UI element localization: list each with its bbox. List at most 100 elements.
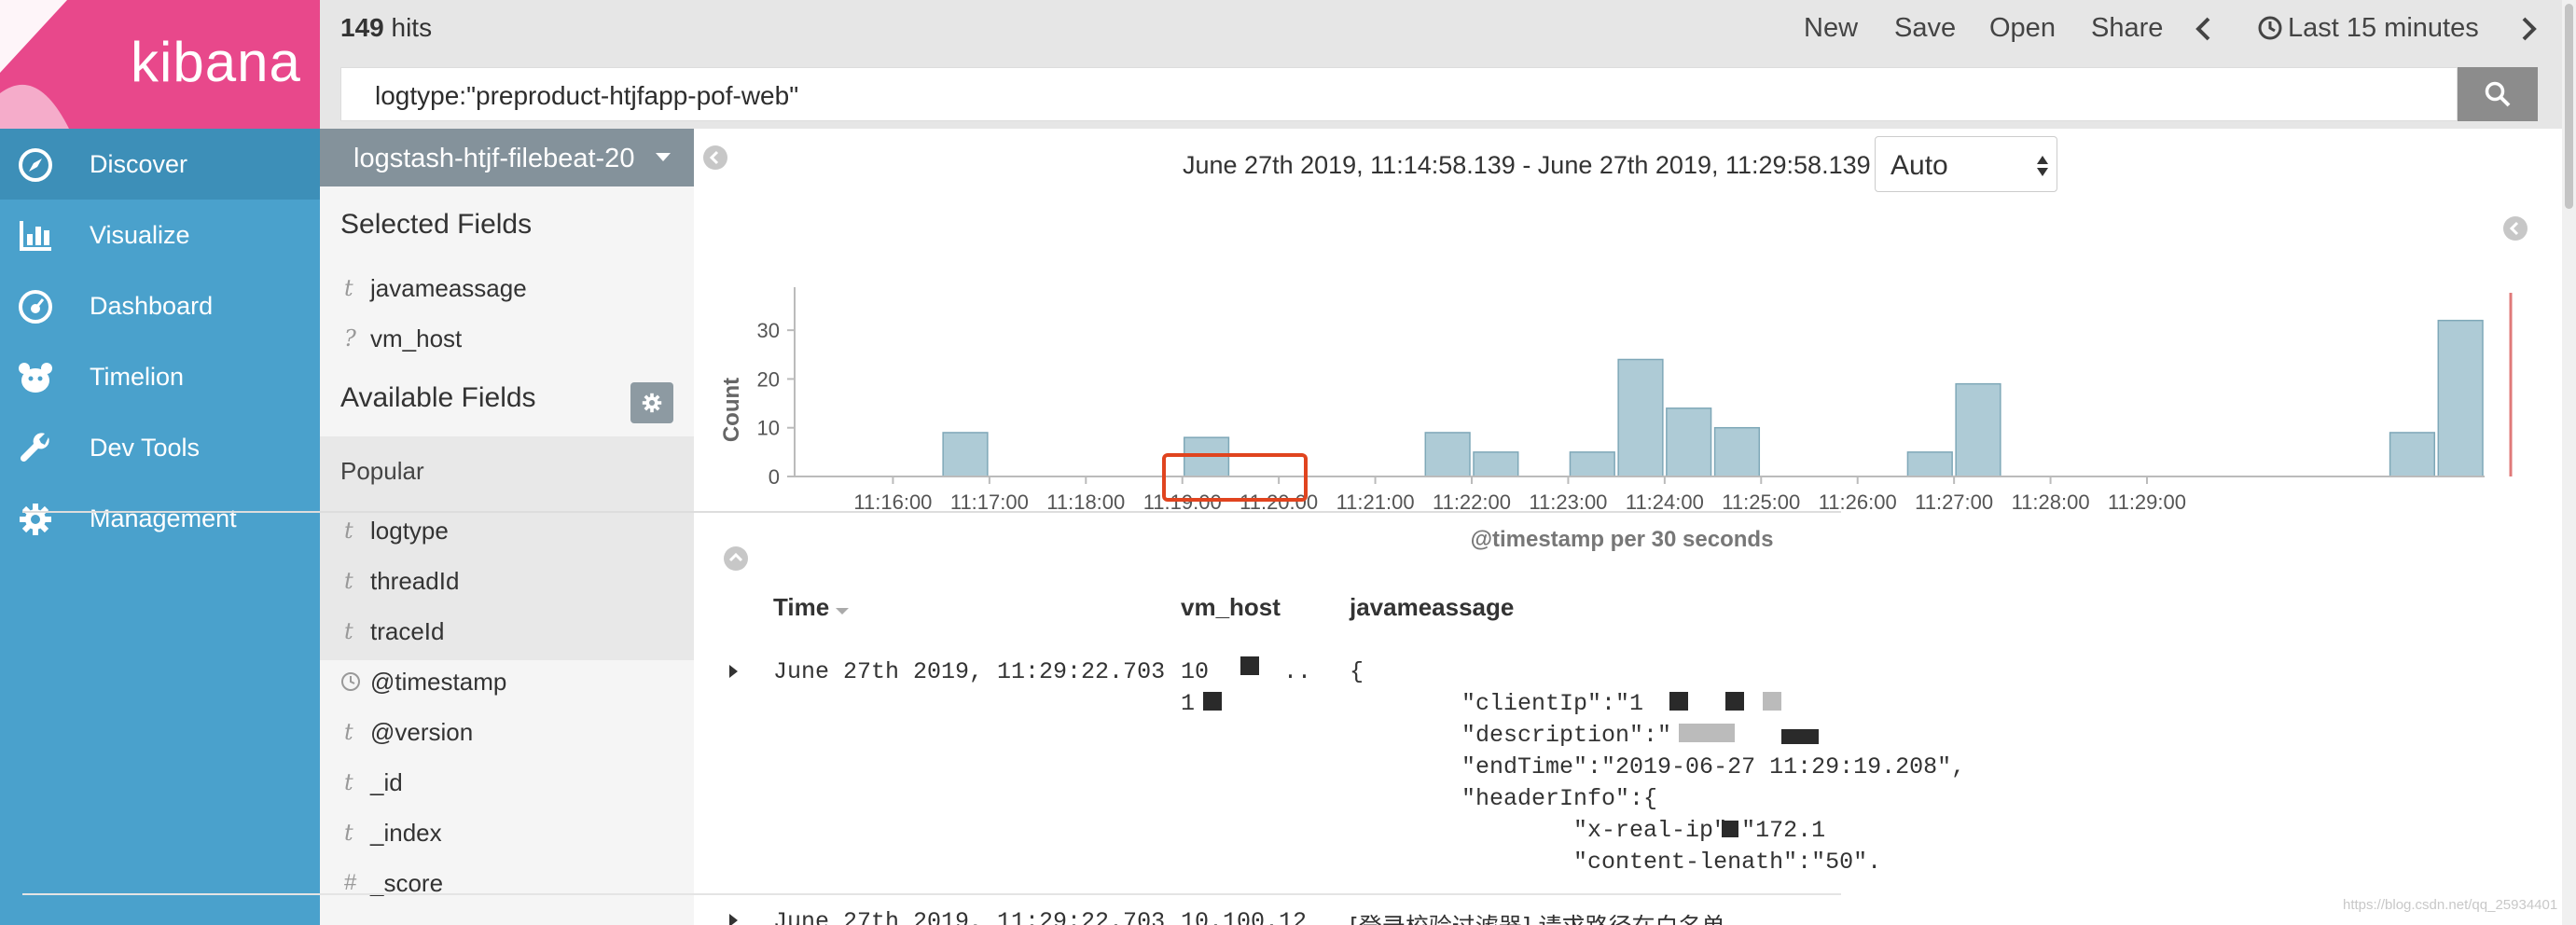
- collapse-chart-icon[interactable]: [724, 546, 748, 571]
- page-scrollbar[interactable]: [2562, 0, 2576, 925]
- field-name: logtype: [370, 517, 449, 545]
- caret-down-icon: [656, 153, 671, 161]
- field-item[interactable]: @timestamp: [320, 656, 694, 707]
- field-item[interactable]: t javameassage: [320, 263, 694, 313]
- redaction-mark: [1240, 656, 1259, 675]
- compass-icon: [19, 148, 52, 182]
- time-picker-button[interactable]: Last 15 minutes: [2288, 13, 2479, 44]
- field-settings-button[interactable]: [630, 382, 673, 423]
- x-tick-label: 11:27:00: [1915, 490, 1993, 514]
- redaction-mark: [1679, 724, 1735, 742]
- chevron-left-icon[interactable]: [2195, 16, 2213, 42]
- nav-item-dev-tools[interactable]: Dev Tools: [0, 412, 320, 483]
- gear-icon: [642, 393, 662, 413]
- gear-icon: [20, 504, 51, 535]
- watermark: https://blog.csdn.net/qq_25934401: [2343, 897, 2558, 913]
- string-type-icon: t: [344, 719, 353, 745]
- nav-label: Dev Tools: [90, 433, 201, 462]
- histogram-bar: [1955, 382, 2001, 477]
- scrollbar-thumb[interactable]: [2565, 4, 2573, 209]
- histogram-bar: [1666, 407, 1712, 477]
- interval-select[interactable]: Auto: [1875, 136, 2057, 192]
- cell-message: [登录校验过滤器] 请求路径在白名单: [1350, 908, 1724, 925]
- index-pattern-selector[interactable]: logstash-htjf-filebeat-20: [320, 129, 694, 186]
- histogram-bar: [1424, 432, 1471, 477]
- field-name: threadId: [370, 567, 460, 595]
- string-type-icon: t: [344, 275, 353, 301]
- y-tick-label: 20: [757, 367, 780, 391]
- cell-vm-host-line2: 1: [1181, 690, 1196, 717]
- y-tick-label: 10: [757, 417, 780, 440]
- select-arrows-icon: [2037, 156, 2048, 176]
- search-query: logtype:"preproduct-htjfapp-pof-web": [375, 81, 799, 110]
- top-bar: 149 hits New Save Open Share Last 15 min…: [320, 0, 2562, 58]
- field-name: @timestamp: [370, 668, 507, 696]
- field-name: javameassage: [370, 274, 527, 302]
- redaction-mark: [1725, 692, 1744, 711]
- save-button[interactable]: Save: [1894, 13, 1956, 44]
- column-header-javameassage[interactable]: javameassage: [1350, 593, 1514, 622]
- dashboard-gauge-icon: [19, 290, 52, 324]
- popular-label: Popular: [340, 457, 424, 485]
- new-button[interactable]: New: [1804, 13, 1858, 44]
- y-tick-label: 30: [757, 319, 780, 342]
- redaction-mark: [1669, 692, 1688, 711]
- string-type-icon: t: [344, 820, 353, 846]
- cell-time: June 27th 2019, 11:29:22.703: [773, 658, 1166, 685]
- column-header-time[interactable]: Time: [773, 593, 850, 622]
- y-tick-label: 0: [769, 465, 780, 489]
- field-item[interactable]: # _score: [320, 858, 694, 908]
- nav-label: Discover: [90, 149, 188, 178]
- open-button[interactable]: Open: [1989, 13, 2056, 44]
- field-item[interactable]: t _id: [320, 757, 694, 808]
- nav-item-management[interactable]: Management: [0, 483, 320, 554]
- index-pattern-name: logstash-htjf-filebeat-20: [353, 144, 635, 173]
- field-name: vm_host: [370, 324, 463, 352]
- field-item[interactable]: t threadId: [320, 556, 694, 606]
- collapse-sidebar-icon[interactable]: [703, 145, 727, 170]
- nav-item-timelion[interactable]: Timelion: [0, 341, 320, 412]
- search-button[interactable]: [2458, 67, 2538, 121]
- share-button[interactable]: Share: [2091, 13, 2163, 44]
- histogram-bar: [2389, 432, 2436, 477]
- nav-label: Management: [90, 504, 237, 532]
- nav-item-visualize[interactable]: Visualize: [0, 200, 320, 270]
- search-input[interactable]: logtype:"preproduct-htjfapp-pof-web": [340, 67, 2458, 121]
- histogram-bar: [942, 432, 989, 477]
- field-item[interactable]: ? vm_host: [320, 313, 694, 364]
- sort-desc-icon[interactable]: [836, 606, 850, 615]
- expand-row-icon[interactable]: [729, 665, 738, 678]
- selected-fields-title: Selected Fields: [340, 209, 533, 240]
- legend-toggle-icon[interactable]: [2503, 216, 2528, 241]
- column-header-vm-host[interactable]: vm_host: [1181, 593, 1281, 622]
- unknown-type-icon: ?: [344, 325, 356, 352]
- nav-item-dashboard[interactable]: Dashboard: [0, 270, 320, 341]
- table-row[interactable]: June 27th 2019, 11:29:22.703 10.100.12 […: [718, 897, 1837, 925]
- field-item[interactable]: t _index: [320, 808, 694, 858]
- clock-type-icon: [341, 672, 360, 691]
- highlight-annotation-box: [1162, 453, 1308, 502]
- nav-item-discover[interactable]: Discover: [0, 129, 320, 200]
- kibana-logo[interactable]: kibana: [0, 0, 320, 129]
- brand-name: kibana: [131, 31, 301, 93]
- histogram-bar: [1473, 451, 1519, 477]
- nav-label: Timelion: [90, 362, 185, 391]
- field-item[interactable]: t @version: [320, 707, 694, 757]
- chevron-right-icon[interactable]: [2519, 16, 2538, 42]
- histogram-bar: [1617, 358, 1664, 477]
- hits-count: 149 hits: [340, 13, 433, 42]
- string-type-icon: t: [344, 618, 353, 644]
- wrench-icon: [20, 433, 49, 462]
- y-axis-title: Count: [719, 378, 744, 442]
- available-fields-title: Available Fields: [340, 382, 536, 413]
- nav-label: Visualize: [90, 220, 190, 249]
- string-type-icon: t: [344, 769, 353, 795]
- histogram-chart[interactable]: 0102030Count11:16:00 11:17:00 11:18:00 11:1…: [694, 203, 2562, 576]
- redaction-mark: [1722, 821, 1738, 837]
- field-name: @version: [370, 718, 474, 746]
- field-item[interactable]: t traceId: [320, 606, 694, 656]
- clock-icon: [2258, 16, 2282, 40]
- histogram-bar: [1569, 451, 1615, 477]
- cell-time: June 27th 2019, 11:29:22.703: [773, 908, 1166, 925]
- field-item[interactable]: t logtype: [320, 505, 694, 556]
